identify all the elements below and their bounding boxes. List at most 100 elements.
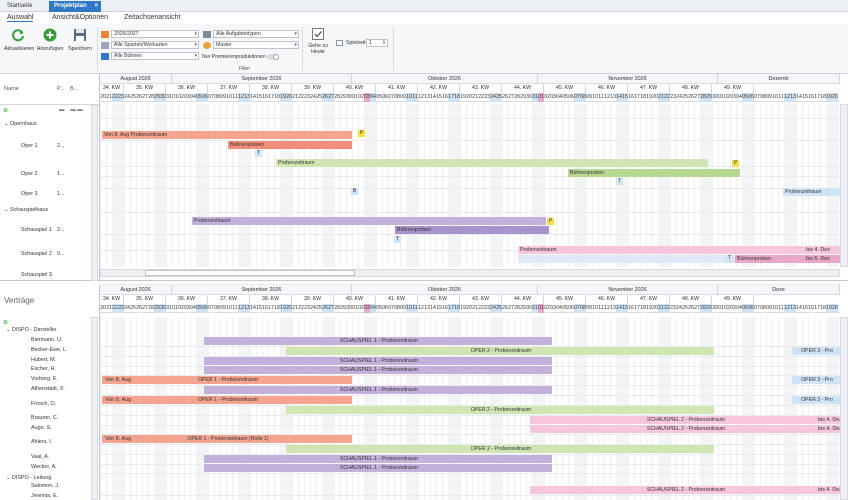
premiere-marker[interactable]: P: [547, 218, 554, 225]
group-opernhaus[interactable]: ⌄ Opernhaus: [4, 121, 37, 127]
grid-line: [760, 104, 761, 267]
bar-schauspiel1-probenzeitraum[interactable]: Probenzeitraum: [192, 217, 546, 225]
contract-bar[interactable]: OPER 3 - Pro: [792, 396, 840, 404]
person-row[interactable]: Athenstädt, X.: [31, 386, 65, 392]
sparten-select[interactable]: Alle Sparten/Werkarten ▾: [101, 41, 199, 49]
grid-line: [436, 104, 437, 267]
month-label: Dezemb: [718, 74, 840, 84]
contract-bar[interactable]: OPER 3 - Pro: [792, 347, 840, 355]
tab-startseite[interactable]: Startseite: [2, 1, 37, 12]
row-oper2[interactable]: Oper 2: [21, 171, 37, 177]
contract-bar[interactable]: OPER 3 - Pro: [792, 376, 840, 384]
premiere-marker[interactable]: P: [358, 130, 365, 137]
row-divider: [100, 473, 840, 474]
week-label: 38. KW: [250, 295, 292, 304]
grid-line: [688, 104, 689, 267]
row-oper1[interactable]: Oper 1: [21, 143, 37, 149]
vertical-scrollbar[interactable]: [840, 317, 848, 500]
group-schauspielhaus[interactable]: ⌄ Schauspielhaus: [4, 207, 48, 213]
spielzeiten-input[interactable]: 1 ⇕: [366, 39, 388, 47]
grid-line: [466, 104, 467, 267]
horizontal-scrollbar[interactable]: [100, 269, 840, 277]
contract-bar[interactable]: OPER 1 - Probenzeitraum: [102, 396, 352, 404]
master-select[interactable]: Master ▾: [203, 41, 299, 49]
person-row[interactable]: Jeremia, E.: [31, 493, 58, 499]
row-schauspiel2[interactable]: Schauspiel 2: [21, 251, 52, 257]
contract-bar[interactable]: SCHAUSPIEL 2 - Probenzeitraum: [530, 425, 840, 433]
person-row[interactable]: Biermann, U.: [31, 337, 62, 343]
row-oper3[interactable]: Oper 3: [21, 191, 37, 197]
contract-bar[interactable]: OPER 1 - Probenzeitraum: [102, 376, 352, 384]
add-button[interactable]: Hinzufügen: [36, 28, 64, 52]
contract-bar[interactable]: SCHAUSPIEL 1 - Probenzeitraum: [204, 357, 552, 365]
tab-projektplan[interactable]: Projektplan ×: [49, 1, 101, 12]
bar-schauspiel1-buehnenproben[interactable]: Bühnenproben: [395, 226, 549, 234]
person-row[interactable]: Ahlers, I.: [31, 439, 52, 445]
task-marker[interactable]: T: [394, 236, 401, 243]
tab-auswahl[interactable]: Auswahl: [7, 14, 34, 22]
contract-bar[interactable]: SCHAUSPIEL 2 - Probenzeitraum: [530, 416, 840, 424]
person-row[interactable]: Vorberg, K.: [31, 376, 58, 382]
bar-oper2-buehnenproben[interactable]: Bühnenproben: [568, 169, 740, 177]
task-marker[interactable]: T: [255, 150, 262, 157]
person-row[interactable]: Salomon, J.: [31, 483, 59, 489]
tab-ansicht-optionen[interactable]: Ansicht&Optionen: [52, 14, 108, 21]
grid-line: [124, 104, 125, 267]
aufgaben-select[interactable]: Alle Aufgabentypen ▾: [203, 30, 299, 38]
task-marker[interactable]: T: [726, 255, 733, 262]
row-schauspiel3[interactable]: Schauspiel 3: [21, 272, 52, 278]
contract-bar[interactable]: OPER 2 - Probenzeitraum: [286, 445, 714, 453]
bar-start-label: Von 8. Aug: [105, 377, 132, 383]
premiere-marker[interactable]: P: [732, 160, 739, 167]
person-row[interactable]: Escher, H.: [31, 366, 56, 372]
season-select[interactable]: 2026/2027 ▾: [101, 30, 199, 38]
premieren-toggle[interactable]: [267, 54, 279, 60]
close-icon[interactable]: ×: [94, 1, 98, 12]
row-schauspiel1[interactable]: Schauspiel 1: [21, 227, 52, 233]
person-row[interactable]: Hubert, M.: [31, 357, 56, 363]
bar-oper1-buehnenproben[interactable]: Bühnenproben: [228, 141, 352, 149]
contract-bar[interactable]: SCHAUSPIEL 2 - Probenzeitraum: [530, 486, 840, 494]
tree-scrollbar[interactable]: [91, 317, 98, 500]
tab-zeitachsenansicht[interactable]: Zeitachsenansicht: [124, 14, 180, 21]
refresh-button[interactable]: Aktualisieren: [4, 28, 34, 52]
vertical-scrollbar[interactable]: [840, 104, 848, 267]
contract-bar[interactable]: OPER 2 - Probenzeitraum: [286, 347, 714, 355]
contract-bar[interactable]: OPER 1 - Probenzeitraum (Rolle 1): [102, 435, 352, 443]
person-row[interactable]: Augo, S.: [31, 425, 52, 431]
group-dispo-leitung[interactable]: ⌄ DISPO - Leitung: [6, 475, 51, 481]
task-marker[interactable]: T: [616, 178, 623, 185]
bar-oper3-probenzeitraum[interactable]: Probenzeitraum: [783, 188, 840, 196]
person-row[interactable]: Wecker, A.: [31, 464, 57, 470]
buehnen-select[interactable]: Alle Bühnen ▾: [101, 52, 199, 60]
person-row[interactable]: Becker-Ewe, L.: [31, 347, 68, 353]
bar-oper2-probenzeitraum[interactable]: Probenzeitraum: [276, 159, 708, 167]
contract-bar[interactable]: SCHAUSPIEL 1 - Probenzeitraum: [204, 464, 552, 472]
col-header-p[interactable]: P...: [57, 86, 64, 92]
contract-bar[interactable]: SCHAUSPIEL 1 - Probenzeitraum: [204, 455, 552, 463]
goto-today-button[interactable]: Gehe zu Heute: [305, 28, 331, 55]
ribbon-tabs: Auswahl Ansicht&Optionen Zeitachsenansic…: [0, 12, 848, 24]
scroll-thumb[interactable]: [145, 270, 355, 276]
person-row[interactable]: Brauner, C.: [31, 415, 58, 421]
person-row[interactable]: Vaal, A.: [31, 454, 49, 460]
expand-all-icon[interactable]: ⊕: [3, 319, 8, 326]
tree-scrollbar[interactable]: [91, 105, 98, 281]
spin-icon[interactable]: ⇕: [382, 40, 386, 47]
grid-line: [712, 104, 713, 267]
person-row[interactable]: Frosch, O.: [31, 401, 56, 407]
contract-bar[interactable]: SCHAUSPIEL 1 - Probenzeitraum: [204, 386, 552, 394]
ribbon: Aktualisieren Hinzufügen Speichern 2026/…: [0, 24, 848, 74]
bar-schauspiel2-probenzeitraum[interactable]: Probenzeitraum: [518, 246, 840, 254]
week-label: 43. KW: [460, 295, 502, 304]
contract-bar[interactable]: OPER 2 - Probenzeitraum: [286, 406, 714, 414]
task-marker[interactable]: B: [351, 188, 358, 195]
expand-all-icon[interactable]: ⊕: [3, 107, 8, 114]
col-header-b[interactable]: B...: [70, 86, 78, 92]
contract-bar[interactable]: SCHAUSPIEL 1 - Probenzeitraum: [204, 337, 552, 345]
save-button[interactable]: Speichern: [66, 28, 94, 52]
bar-oper1-probenzeitraum[interactable]: Von 8. Aug Probenzeitraum: [102, 131, 352, 139]
contract-bar[interactable]: SCHAUSPIEL 1 - Probenzeitraum: [204, 366, 552, 374]
col-header-name[interactable]: Name: [4, 86, 19, 92]
group-dispo-darsteller[interactable]: ⌄ DISPO - Darsteller: [6, 327, 57, 333]
